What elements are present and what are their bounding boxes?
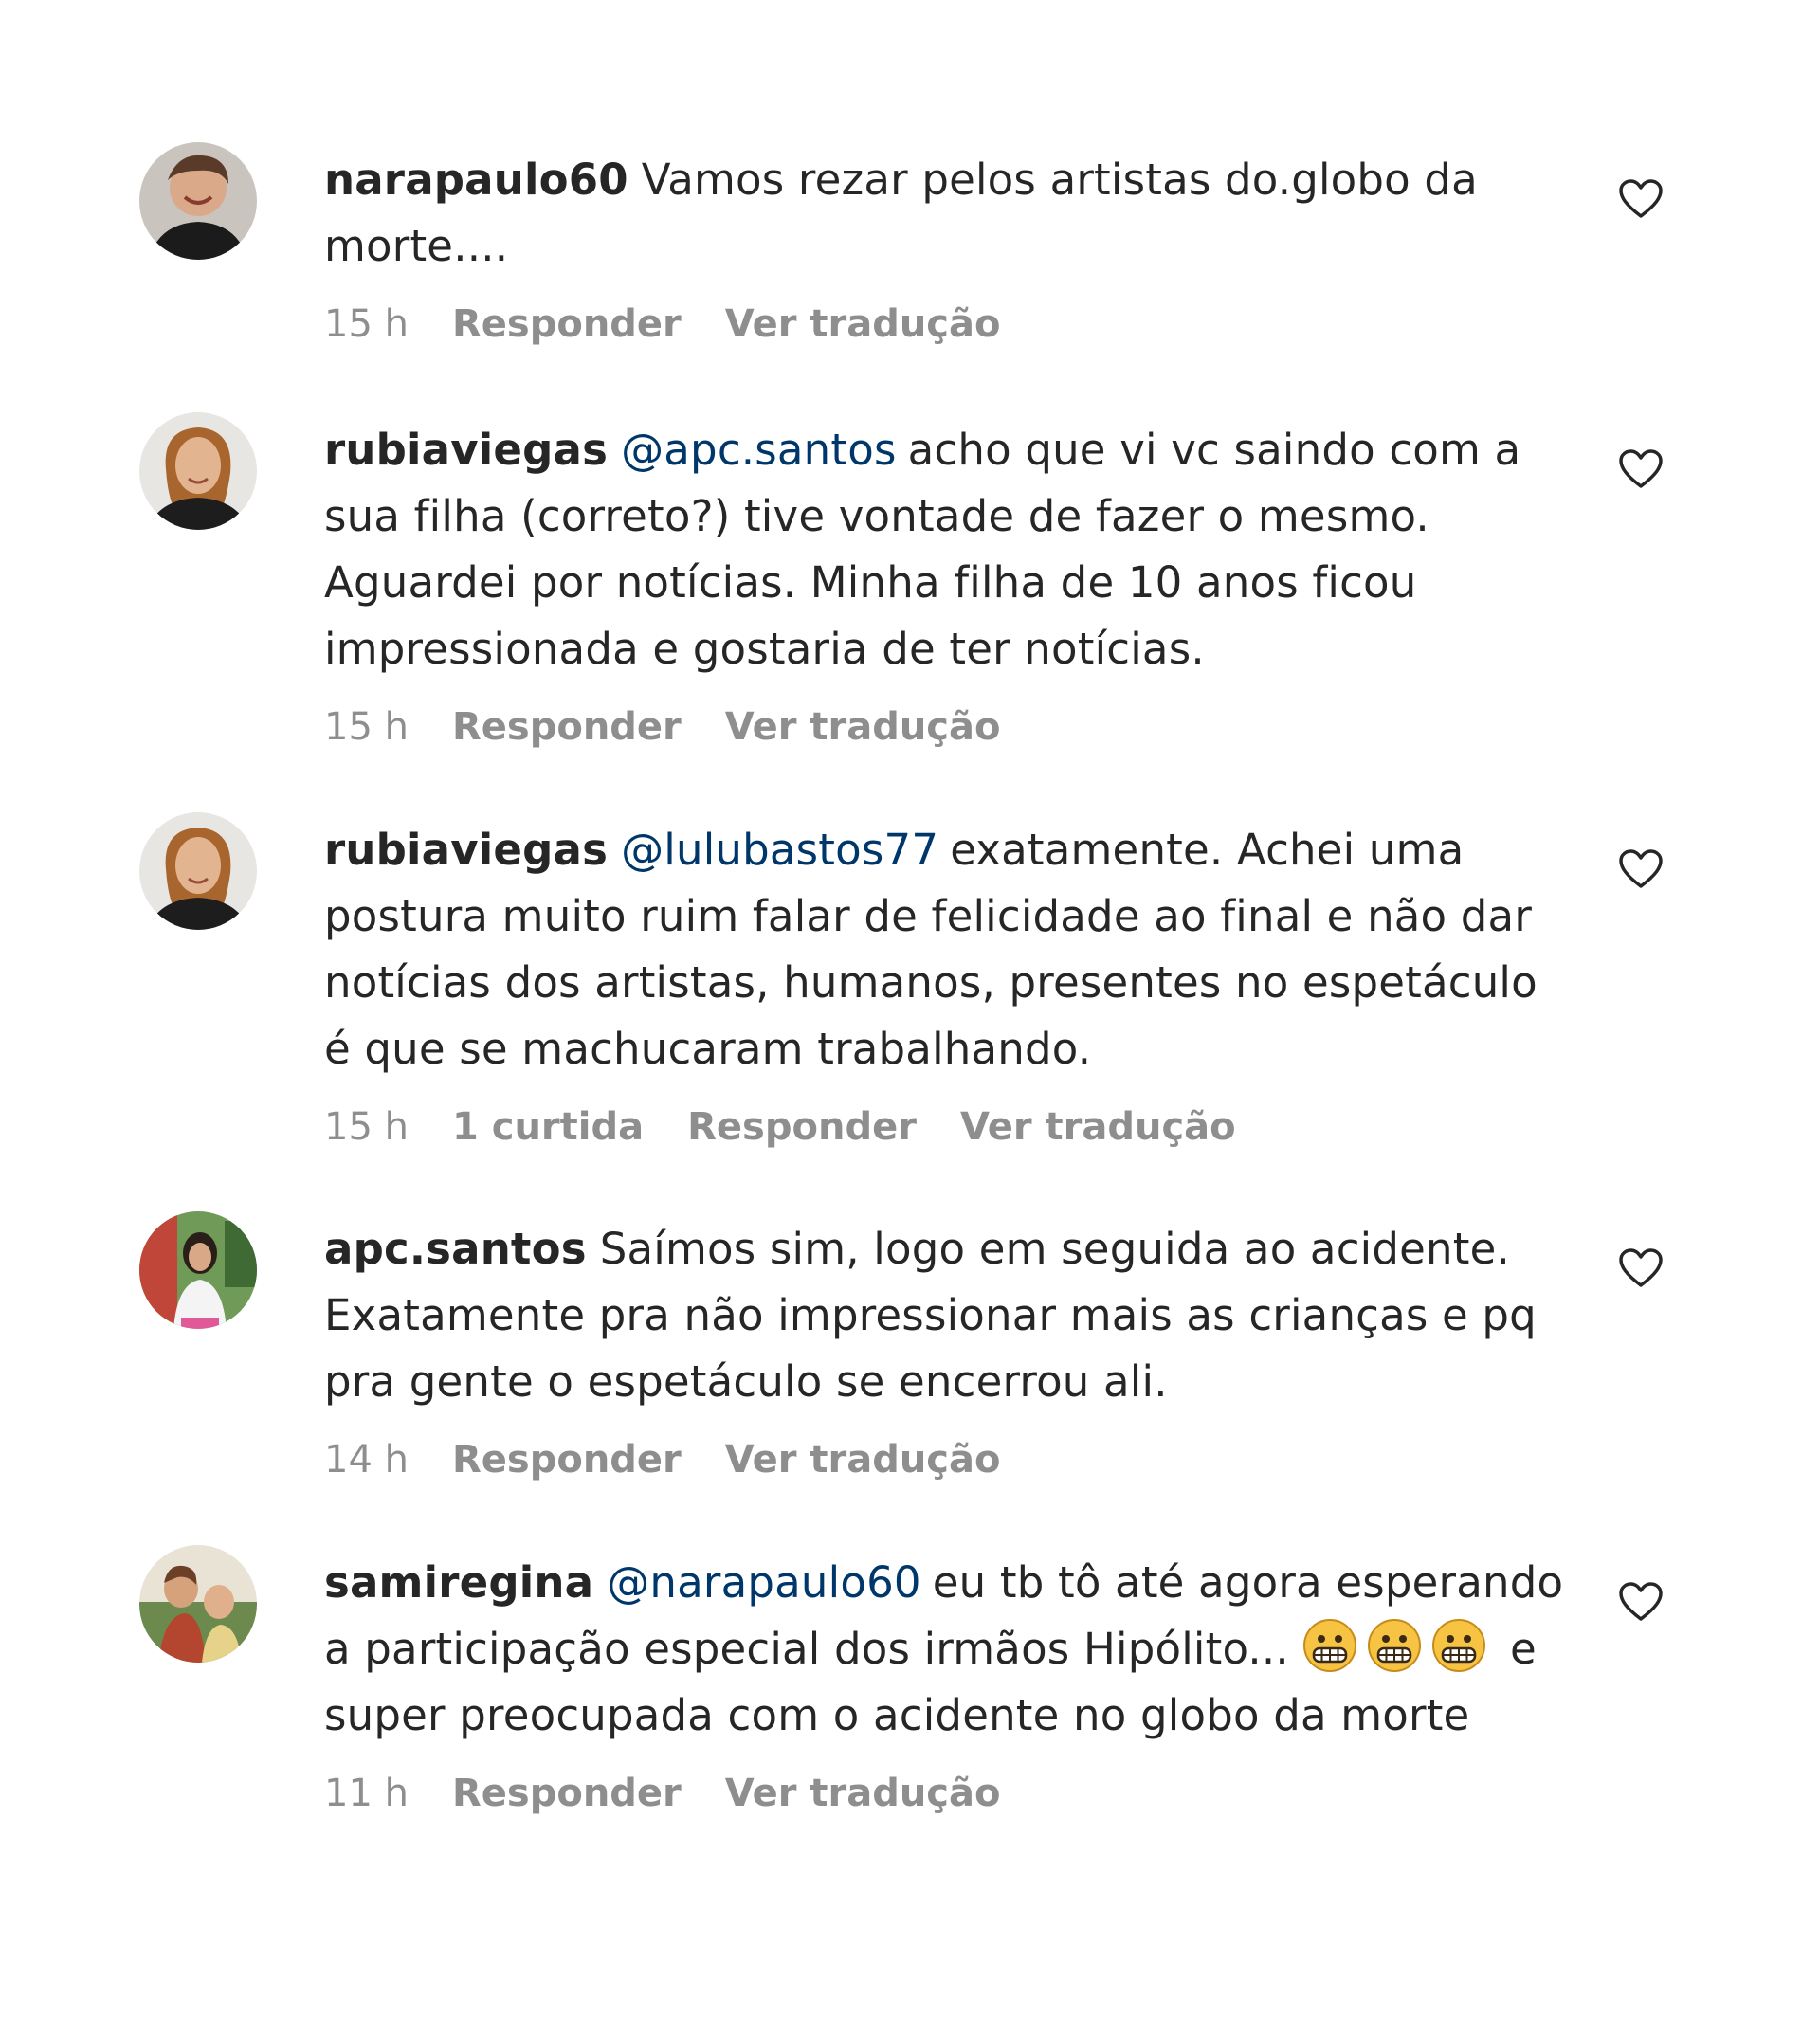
reply-button[interactable]: Responder: [452, 1770, 682, 1817]
comment-meta: 14 h Responder Ver tradução: [324, 1436, 1566, 1483]
heart-outline-icon[interactable]: [1618, 848, 1664, 890]
comment-mention[interactable]: @narapaulo60: [607, 1557, 921, 1608]
comment-mention[interactable]: @apc.santos: [621, 425, 897, 475]
comment-time[interactable]: 11 h: [324, 1770, 409, 1817]
comment-username[interactable]: rubiaviegas: [324, 425, 608, 475]
comment-body: rubiaviegas @lulubastos77 exatamente. Ache…: [324, 817, 1566, 1151]
comment-text: rubiaviegas @lulubastos77 exatamente. Ache…: [324, 817, 1566, 1082]
translate-button[interactable]: Ver tradução: [725, 300, 1001, 348]
likes-count[interactable]: 1 curtida: [452, 1103, 644, 1151]
heart-outline-icon[interactable]: [1618, 1581, 1664, 1623]
translate-button[interactable]: Ver tradução: [725, 1436, 1001, 1483]
comment-text: samiregina @narapaulo60 eu tb tô até agora…: [324, 1550, 1566, 1749]
comment-meta: 15 h Responder Ver tradução: [324, 300, 1566, 348]
comment-meta: 15 h 1 curtida Responder Ver tradução: [324, 1103, 1566, 1151]
grimacing-face-icon: [1431, 1618, 1486, 1673]
avatar[interactable]: [139, 412, 257, 530]
comment-username[interactable]: rubiaviegas: [324, 825, 608, 875]
comment-body: apc.santos Saímos sim, logo em seguida ao…: [324, 1216, 1566, 1483]
translate-button[interactable]: Ver tradução: [725, 703, 1001, 751]
avatar[interactable]: [139, 142, 257, 260]
comment-time[interactable]: 14 h: [324, 1436, 409, 1483]
comment-text: narapaulo60 Vamos rezar pelos artistas do…: [324, 147, 1566, 280]
comment-meta: 11 h Responder Ver tradução: [324, 1770, 1566, 1817]
heart-outline-icon[interactable]: [1618, 448, 1664, 490]
avatar[interactable]: [139, 812, 257, 930]
comment-mention[interactable]: @lulubastos77: [621, 825, 938, 875]
avatar[interactable]: [139, 1545, 257, 1663]
heart-outline-icon[interactable]: [1618, 178, 1664, 220]
reply-button[interactable]: Responder: [452, 703, 682, 751]
comment-body: rubiaviegas @apc.santos acho que vi vc sai…: [324, 417, 1566, 751]
comment-time[interactable]: 15 h: [324, 703, 409, 751]
comment-body: narapaulo60 Vamos rezar pelos artistas do…: [324, 147, 1566, 348]
avatar[interactable]: [139, 1211, 257, 1329]
translate-button[interactable]: Ver tradução: [725, 1770, 1001, 1817]
comment-body: samiregina @narapaulo60 eu tb tô até agora…: [324, 1550, 1566, 1817]
grimacing-face-icon: [1302, 1618, 1357, 1673]
comment-text: rubiaviegas @apc.santos acho que vi vc sai…: [324, 417, 1566, 682]
reply-button[interactable]: Responder: [452, 1436, 682, 1483]
comment-time[interactable]: 15 h: [324, 300, 409, 348]
comment-username[interactable]: samiregina: [324, 1557, 593, 1608]
comment-username[interactable]: apc.santos: [324, 1224, 587, 1274]
comment-text: apc.santos Saímos sim, logo em seguida ao…: [324, 1216, 1566, 1415]
reply-button[interactable]: Responder: [687, 1103, 917, 1151]
translate-button[interactable]: Ver tradução: [960, 1103, 1236, 1151]
comment-time[interactable]: 15 h: [324, 1103, 409, 1151]
heart-outline-icon[interactable]: [1618, 1247, 1664, 1289]
reply-button[interactable]: Responder: [452, 300, 682, 348]
comment-meta: 15 h Responder Ver tradução: [324, 703, 1566, 751]
grimacing-face-icon: [1367, 1618, 1422, 1673]
comment-username[interactable]: narapaulo60: [324, 155, 628, 205]
